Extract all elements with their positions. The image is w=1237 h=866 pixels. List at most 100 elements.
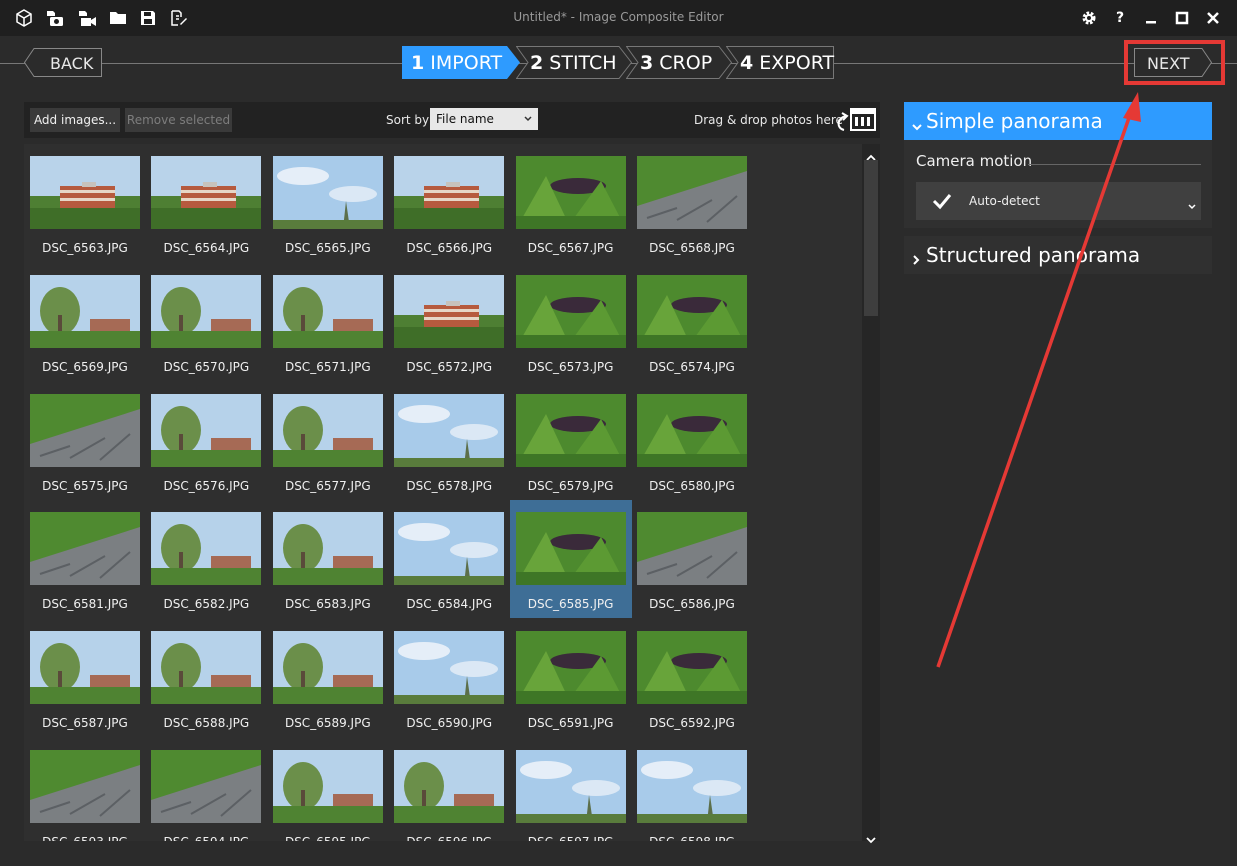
thumbnail[interactable]: DSC_6588.JPG (145, 619, 262, 730)
thumbnail-label: DSC_6592.JPG (649, 716, 735, 731)
thumbnail-image (151, 156, 262, 229)
thumbnail[interactable]: DSC_6573.JPG (510, 263, 626, 374)
thumbnail[interactable]: DSC_6577.JPG (267, 382, 383, 493)
thumbnail[interactable]: DSC_6582.JPG (145, 500, 262, 611)
sort-select[interactable]: File name (430, 108, 538, 130)
thumbnail[interactable]: DSC_6580.JPG (631, 382, 747, 493)
thumbnail[interactable]: DSC_6593.JPG (24, 738, 140, 841)
thumbnail[interactable]: DSC_6589.JPG (267, 619, 383, 730)
thumbnail-label: DSC_6596.JPG (388, 835, 510, 841)
camera-motion-select[interactable]: Auto-detect (916, 182, 1201, 220)
thumbnail-image (515, 393, 626, 467)
thumbnail[interactable]: DSC_6569.JPG (24, 263, 140, 374)
thumbnail[interactable]: DSC_6584.JPG (388, 500, 505, 611)
check-icon (932, 192, 952, 214)
thumbnail-label: DSC_6576.JPG (163, 478, 250, 493)
thumbnail[interactable]: DSC_6567.JPG (510, 144, 626, 255)
thumbnail-image (515, 156, 626, 229)
scrollbar[interactable] (862, 144, 880, 844)
settings-icon[interactable] (1079, 8, 1099, 28)
thumbnail-label: DSC_6582.JPG (163, 597, 250, 612)
thumbnail-image (30, 512, 140, 586)
thumbnail[interactable]: DSC_6591.JPG (510, 619, 626, 730)
thumbnail-label: DSC_6575.JPG (42, 478, 128, 493)
step-crop-label: CROP (659, 52, 713, 74)
step-import-label: IMPORT (430, 52, 503, 74)
simple-panorama-title: Simple panorama (926, 109, 1103, 133)
thumbnail[interactable]: DSC_6575.JPG (24, 382, 140, 493)
thumbnail-label: DSC_6590.JPG (406, 716, 493, 731)
step-import[interactable]: 1 IMPORT (402, 46, 520, 79)
thumbnail-image (515, 512, 626, 586)
thumbnail[interactable]: DSC_6572.JPG (388, 263, 505, 374)
thumbnail[interactable]: DSC_6587.JPG (24, 619, 140, 730)
thumbnail[interactable]: DSC_6594.JPG (145, 738, 262, 841)
thumbnail[interactable]: DSC_6581.JPG (24, 500, 140, 611)
step-stitch[interactable]: 2 STITCH (516, 46, 632, 79)
step-crop-number: 3 (640, 52, 654, 74)
thumbnail-image (637, 750, 747, 823)
thumbnail[interactable]: DSC_6570.JPG (145, 263, 262, 374)
thumbnail[interactable]: DSC_6564.JPG (145, 144, 262, 255)
scroll-thumb[interactable] (864, 160, 878, 316)
thumbnail-label: DSC_6589.JPG (284, 716, 371, 731)
chevron-down-icon (524, 108, 532, 137)
thumbnail[interactable]: DSC_6563.JPG (24, 144, 140, 255)
thumbnail-image (272, 631, 383, 705)
thumbnail-label: DSC_6581.JPG (42, 597, 128, 612)
thumbnail[interactable]: DSC_6586.JPG (631, 500, 747, 611)
thumbnail[interactable]: DSC_6576.JPG (145, 382, 262, 493)
thumbnail-image (515, 631, 626, 705)
minimize-icon[interactable] (1141, 8, 1161, 28)
thumbnail[interactable]: DSC_6574.JPG (631, 263, 747, 374)
remove-selected-button[interactable]: Remove selected (125, 108, 232, 132)
thumbnail[interactable]: DSC_6571.JPG (267, 263, 383, 374)
simple-panorama-header[interactable]: Simple panorama (904, 102, 1212, 140)
thumbnail-label: DSC_6572.JPG (406, 359, 493, 374)
step-crop[interactable]: 3 CROP (626, 46, 732, 79)
thumbnail-image (637, 631, 747, 705)
thumbnail[interactable]: DSC_6579.JPG (510, 382, 626, 493)
highlight-box (1124, 40, 1225, 85)
help-icon[interactable]: ? (1110, 8, 1130, 28)
scroll-down-icon[interactable] (866, 829, 876, 848)
thumbnail[interactable]: DSC_6583.JPG (267, 500, 383, 611)
thumbnail[interactable]: DSC_6592.JPG (631, 619, 747, 730)
thumbnail-label: DSC_6583.JPG (284, 597, 371, 612)
thumbnail[interactable]: DSC_6585.JPG (509, 500, 632, 619)
back-button[interactable]: BACK (24, 48, 102, 77)
maximize-icon[interactable] (1172, 8, 1192, 28)
thumbnail-label: DSC_6591.JPG (527, 716, 614, 731)
thumbnail-image (272, 393, 383, 467)
add-images-button[interactable]: Add images... (30, 108, 120, 132)
thumbnail-label: DSC_6567.JPG (527, 241, 614, 255)
camera-motion-value: Auto-detect (969, 194, 1040, 208)
thumbnail[interactable]: DSC_6590.JPG (388, 619, 505, 730)
structured-panorama-header[interactable]: Structured panorama (904, 236, 1212, 274)
close-icon[interactable] (1203, 8, 1223, 28)
thumbnail-image (637, 274, 747, 348)
thumbnail-label: DSC_6569.JPG (42, 359, 128, 374)
step-stitch-number: 2 (530, 52, 544, 74)
title-bar: Untitled* - Image Composite Editor ? (0, 0, 1237, 36)
thumbnail-image (637, 393, 747, 467)
step-export-number: 4 (740, 52, 754, 74)
thumbnail[interactable]: DSC_6595.JPG (267, 738, 383, 841)
thumbnail-label: DSC_6587.JPG (42, 716, 128, 731)
thumbnail[interactable]: DSC_6578.JPG (388, 382, 505, 493)
thumbnail-image (515, 750, 626, 823)
thumbnail-label: DSC_6579.JPG (527, 478, 614, 493)
window-title: Untitled* - Image Composite Editor (513, 10, 724, 24)
thumbnail-image (30, 274, 140, 348)
thumbnail-image (394, 750, 505, 823)
thumbnail[interactable]: DSC_6597.JPG (510, 738, 626, 841)
thumbnail-image (515, 274, 626, 348)
simple-panorama-body: Camera motion Auto-detect (904, 140, 1212, 228)
thumbnail[interactable]: DSC_6568.JPG (631, 144, 747, 255)
step-export[interactable]: 4 EXPORT (726, 46, 834, 79)
thumbnail[interactable]: DSC_6566.JPG (388, 144, 505, 255)
thumbnail[interactable]: DSC_6596.JPG (388, 738, 505, 841)
thumbnail[interactable]: DSC_6565.JPG (267, 144, 383, 255)
thumbnail-image (151, 393, 262, 467)
thumbnail[interactable]: DSC_6598.JPG (631, 738, 747, 841)
